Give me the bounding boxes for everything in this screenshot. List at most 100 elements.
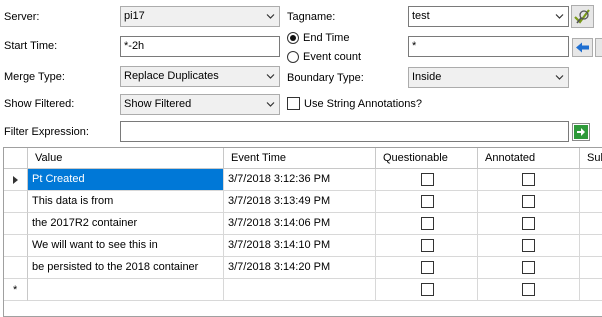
server-label: Server: bbox=[4, 11, 40, 23]
merge-type-combo[interactable]: Replace Duplicates bbox=[120, 66, 280, 87]
sub-cell[interactable] bbox=[580, 279, 602, 301]
end-time-input[interactable]: * bbox=[408, 36, 569, 57]
table-row[interactable]: the 2017R2 container 3/7/2018 3:14:06 PM bbox=[4, 213, 602, 235]
event-time-cell[interactable]: 3/7/2018 3:13:49 PM bbox=[224, 191, 376, 213]
event-count-radio-label[interactable]: Event count bbox=[303, 50, 361, 64]
annotated-cell[interactable] bbox=[478, 279, 580, 301]
event-time-cell[interactable] bbox=[224, 279, 376, 301]
value-cell[interactable]: the 2017R2 container bbox=[28, 213, 224, 235]
value-cell[interactable]: This data is from bbox=[28, 191, 224, 213]
chevron-down-icon bbox=[266, 102, 275, 107]
questionable-cell[interactable] bbox=[376, 169, 478, 191]
annotated-checkbox[interactable] bbox=[522, 217, 535, 230]
column-header-value[interactable]: Value bbox=[28, 148, 224, 169]
new-table-row[interactable]: * bbox=[4, 279, 602, 301]
event-time-cell[interactable]: 3/7/2018 3:12:36 PM bbox=[224, 169, 376, 191]
start-time-input[interactable]: *-2h bbox=[120, 36, 280, 57]
annotated-checkbox[interactable] bbox=[522, 173, 535, 186]
tagname-combo[interactable]: test bbox=[408, 6, 569, 27]
tag-search-icon bbox=[574, 9, 590, 24]
sub-cell[interactable] bbox=[580, 191, 602, 213]
questionable-checkbox[interactable] bbox=[421, 239, 434, 252]
questionable-checkbox[interactable] bbox=[421, 173, 434, 186]
row-header-corner bbox=[4, 148, 28, 169]
questionable-cell[interactable] bbox=[376, 257, 478, 279]
show-filtered-combo[interactable]: Show Filtered bbox=[120, 94, 280, 115]
questionable-checkbox[interactable] bbox=[421, 217, 434, 230]
column-header-sub[interactable]: Sub bbox=[580, 148, 602, 169]
column-header-questionable[interactable]: Questionable bbox=[376, 148, 478, 169]
questionable-checkbox[interactable] bbox=[421, 283, 434, 296]
event-time-cell[interactable]: 3/7/2018 3:14:06 PM bbox=[224, 213, 376, 235]
annotated-checkbox[interactable] bbox=[522, 261, 535, 274]
apply-filter-button[interactable] bbox=[572, 123, 590, 141]
server-value: pi17 bbox=[124, 10, 145, 22]
show-filtered-value: Show Filtered bbox=[124, 98, 192, 110]
row-header[interactable] bbox=[4, 169, 28, 191]
value-cell[interactable]: Pt Created bbox=[28, 169, 224, 191]
sub-cell[interactable] bbox=[580, 235, 602, 257]
events-grid[interactable]: Value Event Time Questionable Annotated … bbox=[3, 147, 602, 317]
chevron-down-icon bbox=[266, 14, 275, 19]
start-time-label: Start Time: bbox=[4, 40, 58, 52]
annotated-cell[interactable] bbox=[478, 213, 580, 235]
grid-header: Value Event Time Questionable Annotated … bbox=[4, 148, 602, 169]
row-header[interactable] bbox=[4, 213, 28, 235]
annotated-cell[interactable] bbox=[478, 191, 580, 213]
new-row-marker: * bbox=[13, 284, 18, 296]
annotated-cell[interactable] bbox=[478, 235, 580, 257]
value-cell[interactable]: be persisted to the 2018 container bbox=[28, 257, 224, 279]
end-time-radio-label[interactable]: End Time bbox=[303, 31, 349, 45]
sub-cell[interactable] bbox=[580, 257, 602, 279]
show-filtered-label: Show Filtered: bbox=[4, 98, 75, 110]
annotated-cell[interactable] bbox=[478, 169, 580, 191]
boundary-type-combo[interactable]: Inside bbox=[408, 67, 569, 88]
questionable-checkbox[interactable] bbox=[421, 195, 434, 208]
event-count-radio[interactable] bbox=[287, 51, 299, 63]
tagname-label: Tagname: bbox=[287, 11, 336, 23]
server-combo[interactable]: pi17 bbox=[120, 6, 280, 27]
sub-cell[interactable] bbox=[580, 169, 602, 191]
row-header[interactable]: * bbox=[4, 279, 28, 301]
merge-type-label: Merge Type: bbox=[4, 71, 65, 83]
filter-expression-label: Filter Expression: bbox=[4, 126, 89, 138]
green-arrow-right-icon bbox=[574, 125, 588, 139]
table-row[interactable]: This data is from 3/7/2018 3:13:49 PM bbox=[4, 191, 602, 213]
questionable-cell[interactable] bbox=[376, 279, 478, 301]
row-header[interactable] bbox=[4, 257, 28, 279]
questionable-cell[interactable] bbox=[376, 235, 478, 257]
tagname-value: test bbox=[412, 10, 430, 22]
row-header[interactable] bbox=[4, 235, 28, 257]
sub-cell[interactable] bbox=[580, 213, 602, 235]
arrow-left-icon bbox=[576, 42, 589, 53]
value-cell[interactable]: We will want to see this in bbox=[28, 235, 224, 257]
previous-button[interactable] bbox=[572, 38, 593, 57]
annotated-checkbox[interactable] bbox=[522, 239, 535, 252]
filter-expression-input[interactable] bbox=[120, 121, 569, 142]
merge-type-value: Replace Duplicates bbox=[124, 70, 219, 82]
event-time-cell[interactable]: 3/7/2018 3:14:10 PM bbox=[224, 235, 376, 257]
table-row[interactable]: We will want to see this in 3/7/2018 3:1… bbox=[4, 235, 602, 257]
questionable-checkbox[interactable] bbox=[421, 261, 434, 274]
next-button[interactable] bbox=[595, 38, 602, 57]
use-string-annotations-checkbox[interactable] bbox=[287, 97, 300, 110]
chevron-down-icon bbox=[555, 75, 564, 80]
column-header-annotated[interactable]: Annotated bbox=[478, 148, 580, 169]
questionable-cell[interactable] bbox=[376, 213, 478, 235]
row-header[interactable] bbox=[4, 191, 28, 213]
tag-search-button[interactable] bbox=[571, 5, 594, 28]
annotated-cell[interactable] bbox=[478, 257, 580, 279]
annotated-checkbox[interactable] bbox=[522, 283, 535, 296]
table-row[interactable]: be persisted to the 2018 container 3/7/2… bbox=[4, 257, 602, 279]
annotated-checkbox[interactable] bbox=[522, 195, 535, 208]
use-string-annotations-label[interactable]: Use String Annotations? bbox=[304, 97, 422, 111]
questionable-cell[interactable] bbox=[376, 191, 478, 213]
value-cell[interactable] bbox=[28, 279, 224, 301]
column-header-event-time[interactable]: Event Time bbox=[224, 148, 376, 169]
end-time-radio[interactable] bbox=[287, 32, 299, 44]
event-time-cell[interactable]: 3/7/2018 3:14:20 PM bbox=[224, 257, 376, 279]
boundary-type-value: Inside bbox=[412, 71, 442, 83]
chevron-down-icon bbox=[266, 74, 275, 79]
current-row-indicator-icon bbox=[13, 176, 18, 184]
table-row[interactable]: Pt Created 3/7/2018 3:12:36 PM bbox=[4, 169, 602, 191]
